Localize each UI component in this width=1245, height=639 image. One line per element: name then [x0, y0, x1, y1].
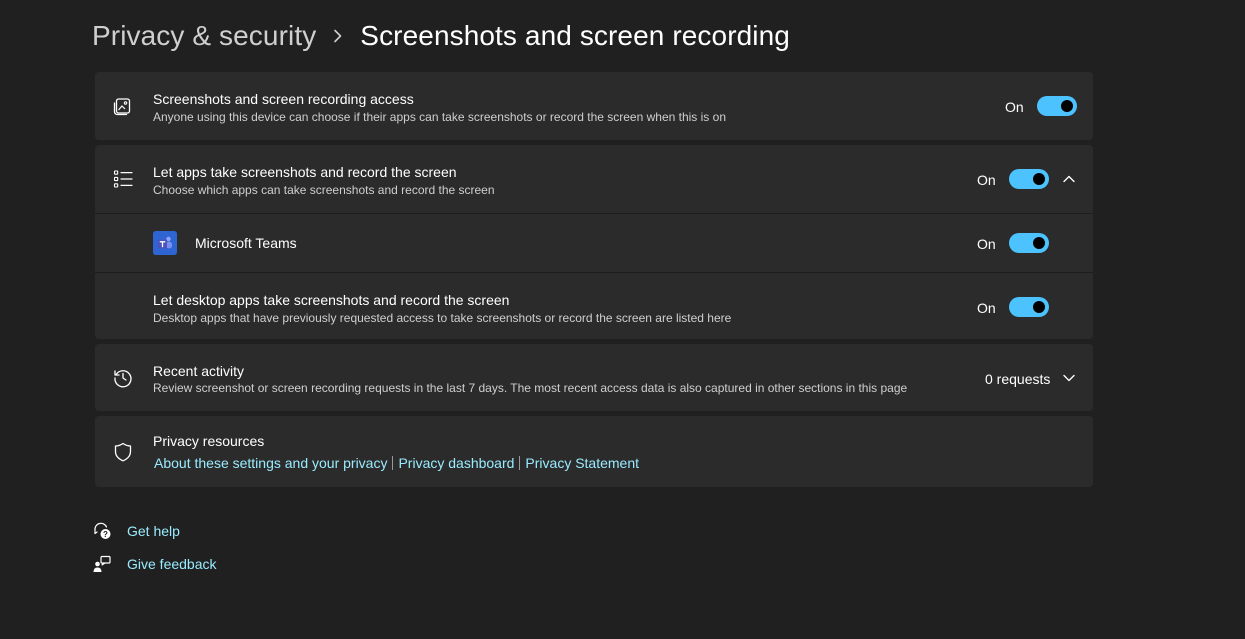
chevron-up-icon[interactable]	[1061, 171, 1077, 187]
privacy-resources-card: Privacy resources About these settings a…	[95, 416, 1093, 487]
app-name: Microsoft Teams	[195, 235, 297, 251]
recent-activity-count: 0 requests	[985, 371, 1051, 387]
list-icon	[112, 168, 134, 190]
give-feedback-icon	[92, 554, 112, 574]
app-state-label: On	[977, 236, 996, 252]
link-separator	[392, 456, 394, 470]
microsoft-teams-icon	[153, 231, 177, 255]
screenshot-access-description: Anyone using this device can choose if t…	[153, 110, 726, 124]
screenshot-access-toggle[interactable]	[1037, 96, 1077, 116]
screenshot-access-card: Screenshots and screen recording access …	[95, 72, 1093, 140]
toggle-knob	[1033, 237, 1045, 249]
about-privacy-link[interactable]: About these settings and your privacy	[154, 455, 387, 471]
breadcrumb: Privacy & security Screenshots and scree…	[92, 14, 790, 58]
recent-activity-description: Review screenshot or screen recording re…	[153, 381, 908, 395]
app-access-title: Let apps take screenshots and record the…	[153, 164, 457, 180]
app-row-microsoft-teams: Microsoft Teams On	[95, 214, 1093, 272]
desktop-apps-title: Let desktop apps take screenshots and re…	[153, 292, 510, 308]
get-help-icon: ?	[92, 521, 112, 541]
shield-icon	[112, 441, 134, 463]
toggle-knob	[1033, 301, 1045, 313]
give-feedback-row[interactable]: Give feedback	[92, 553, 217, 575]
privacy-statement-link[interactable]: Privacy Statement	[525, 455, 639, 471]
desktop-apps-toggle[interactable]	[1009, 297, 1049, 317]
privacy-resources-title: Privacy resources	[153, 433, 265, 449]
app-access-header[interactable]: Let apps take screenshots and record the…	[95, 145, 1093, 213]
app-access-toggle[interactable]	[1009, 169, 1049, 189]
app-access-state-label: On	[977, 172, 996, 188]
page-title: Screenshots and screen recording	[360, 20, 790, 51]
microsoft-teams-toggle[interactable]	[1009, 233, 1049, 253]
get-help-row[interactable]: ? Get help	[92, 520, 180, 542]
chevron-down-icon[interactable]	[1061, 370, 1077, 386]
screenshot-icon	[112, 95, 134, 117]
toggle-knob	[1061, 100, 1073, 112]
privacy-dashboard-link[interactable]: Privacy dashboard	[398, 455, 514, 471]
toggle-knob	[1033, 173, 1045, 185]
settings-page: Privacy & security Screenshots and scree…	[0, 0, 1245, 639]
app-access-card: Let apps take screenshots and record the…	[95, 145, 1093, 339]
history-icon	[112, 367, 134, 389]
desktop-apps-description: Desktop apps that have previously reques…	[153, 311, 732, 325]
recent-activity-card[interactable]: Recent activity Review screenshot or scr…	[95, 344, 1093, 411]
screenshot-access-state-label: On	[1005, 99, 1024, 115]
chevron-right-icon	[316, 29, 360, 43]
give-feedback-link[interactable]: Give feedback	[127, 556, 217, 572]
desktop-apps-state-label: On	[977, 300, 996, 316]
desktop-apps-row: Let desktop apps take screenshots and re…	[95, 273, 1093, 339]
link-separator	[519, 456, 521, 470]
app-access-description: Choose which apps can take screenshots a…	[153, 183, 495, 197]
privacy-links: About these settings and your privacy Pri…	[154, 455, 639, 471]
screenshot-access-title: Screenshots and screen recording access	[153, 91, 414, 107]
breadcrumb-parent-link[interactable]: Privacy & security	[92, 20, 316, 52]
svg-text:?: ?	[103, 530, 108, 539]
get-help-link[interactable]: Get help	[127, 523, 180, 539]
recent-activity-title: Recent activity	[153, 363, 245, 379]
